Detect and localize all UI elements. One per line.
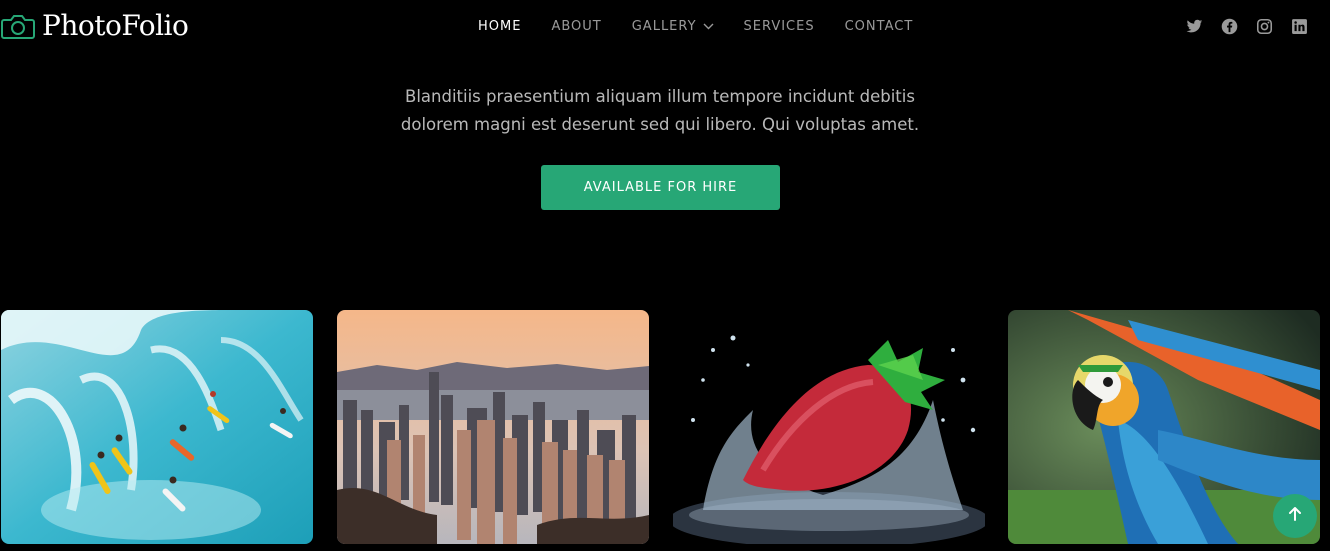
- instagram-icon[interactable]: [1256, 18, 1273, 35]
- gallery-item-strawberry[interactable]: [673, 310, 985, 544]
- nav-contact-label: CONTACT: [844, 19, 914, 34]
- nav-gallery-label: GALLERY: [631, 19, 697, 34]
- twitter-icon[interactable]: [1186, 18, 1203, 35]
- available-for-hire-button[interactable]: AVAILABLE FOR HIRE: [541, 165, 780, 210]
- strawberry-splash-photo: [673, 310, 985, 544]
- nav-contact[interactable]: CONTACT: [845, 19, 914, 34]
- nav-gallery[interactable]: GALLERY: [632, 19, 714, 34]
- hero-description: Blanditiis praesentium aliquam illum tem…: [0, 83, 1320, 139]
- nav-services-label: SERVICES: [743, 19, 815, 34]
- scroll-top-button[interactable]: [1273, 494, 1317, 538]
- gallery-item-city[interactable]: [337, 310, 649, 544]
- arrow-up-icon: [1288, 506, 1302, 527]
- facebook-icon[interactable]: [1221, 18, 1238, 35]
- social-links: [1186, 18, 1308, 35]
- nav-about[interactable]: ABOUT: [551, 19, 601, 34]
- nav-about-label: ABOUT: [551, 19, 602, 34]
- hero-line-2: dolorem magni est deserunt sed qui liber…: [400, 115, 920, 134]
- nav-home-label: HOME: [478, 19, 522, 34]
- camera-icon: [1, 12, 35, 40]
- main-nav: HOME ABOUT GALLERY SERVICES CONTACT: [478, 19, 943, 34]
- gallery-item-surfers[interactable]: [1, 310, 313, 544]
- nav-services[interactable]: SERVICES: [744, 19, 815, 34]
- chevron-down-icon: [703, 19, 714, 34]
- nav-home[interactable]: HOME: [478, 19, 521, 34]
- logo[interactable]: PhotoFolio: [1, 9, 189, 42]
- city-skyline-photo: [337, 310, 649, 544]
- hero-line-1: Blanditiis praesentium aliquam illum tem…: [405, 87, 915, 106]
- linkedin-icon[interactable]: [1291, 18, 1308, 35]
- surfers-photo: [1, 310, 313, 544]
- brand-name: PhotoFolio: [42, 9, 189, 42]
